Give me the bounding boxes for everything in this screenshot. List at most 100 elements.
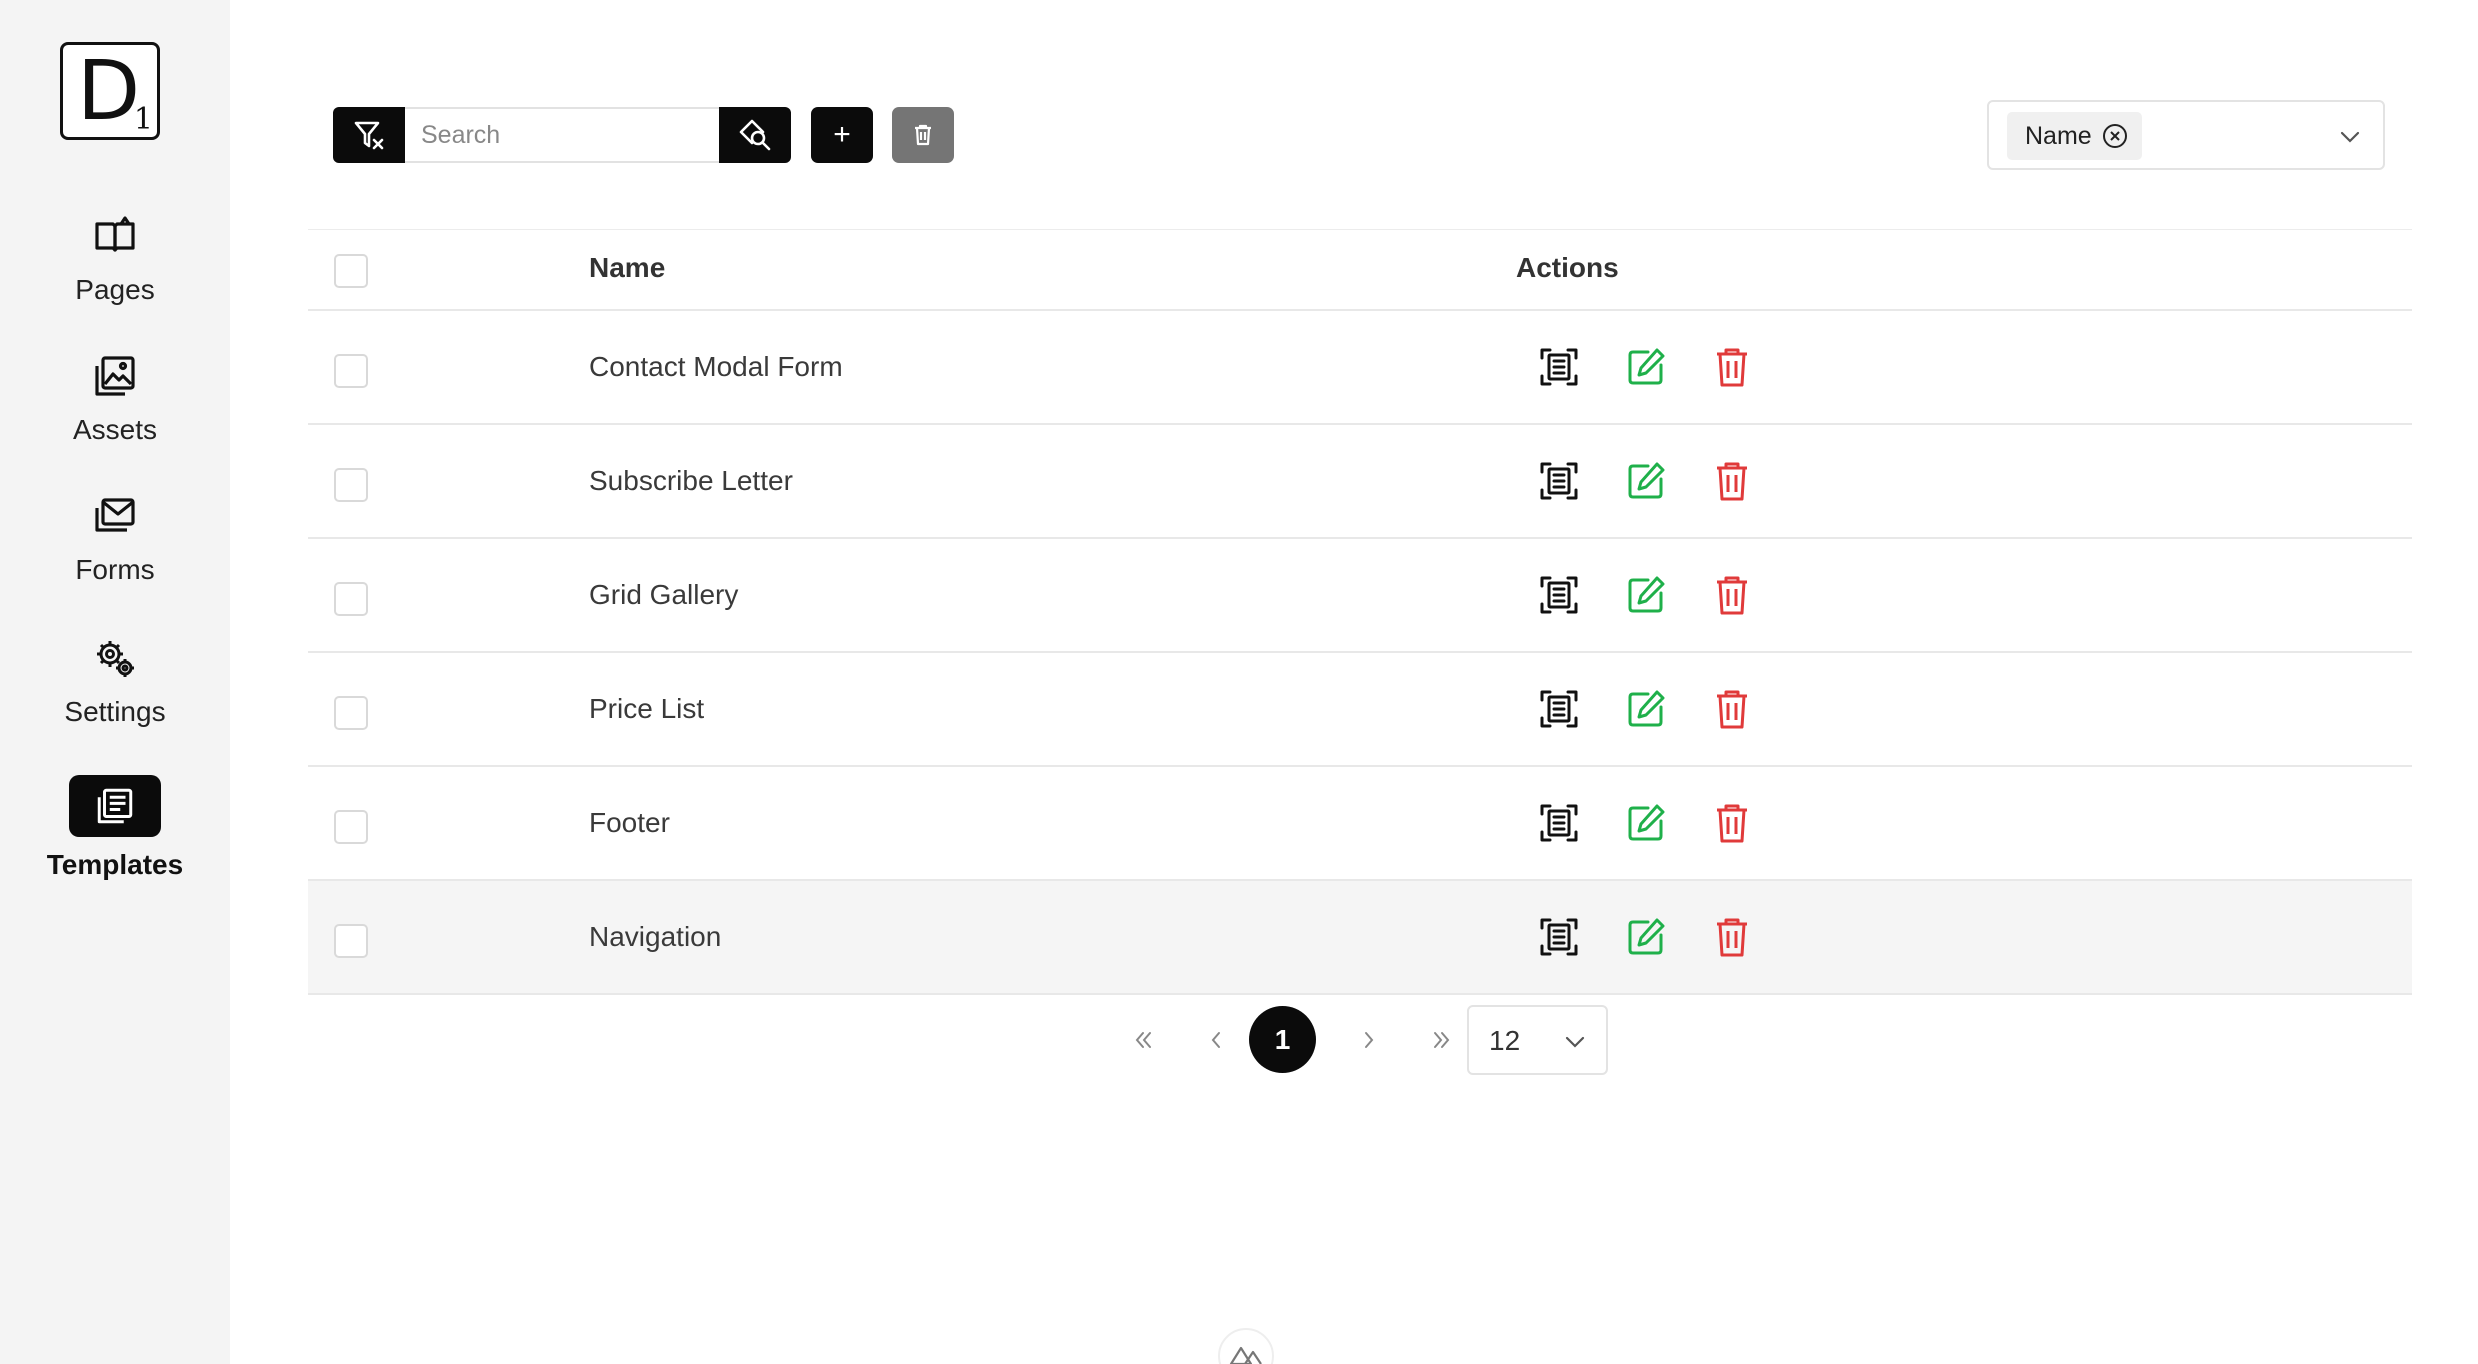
template-name: Subscribe Letter: [589, 465, 793, 496]
view-icon: [1537, 687, 1581, 731]
edit-icon: [1624, 573, 1668, 617]
gears-icon: [97, 641, 134, 677]
book-icon: [95, 216, 135, 252]
sidebar-item-assets[interactable]: Assets: [0, 352, 230, 462]
delete-template-button[interactable]: [1710, 573, 1754, 617]
trash-icon: [915, 124, 931, 146]
delete-template-button[interactable]: [1710, 459, 1754, 503]
remove-chip-icon[interactable]: [2102, 123, 2128, 149]
logo-subscript: 1: [133, 102, 153, 137]
edit-icon: [1624, 345, 1668, 389]
view-template-button[interactable]: [1537, 345, 1581, 389]
chevron-down-icon: [2340, 131, 2360, 143]
table-header: Name Actions: [308, 229, 2412, 311]
filter-clear-icon: [354, 121, 384, 150]
edit-template-button[interactable]: [1624, 573, 1668, 617]
table-row[interactable]: Navigation: [308, 881, 2412, 995]
trash-icon: [1710, 915, 1754, 959]
table-row[interactable]: Grid Gallery: [308, 539, 2412, 653]
trash-icon: [1710, 459, 1754, 503]
current-page-button[interactable]: 1: [1249, 1006, 1316, 1073]
edit-template-button[interactable]: [1624, 459, 1668, 503]
view-icon: [1537, 801, 1581, 845]
edit-template-button[interactable]: [1624, 801, 1668, 845]
column-select[interactable]: Name: [1987, 100, 2385, 170]
edit-template-button[interactable]: [1624, 345, 1668, 389]
sidebar-item-settings[interactable]: Settings: [0, 634, 230, 744]
devtools-logo-icon[interactable]: [1218, 1328, 1274, 1364]
add-template-button[interactable]: +: [811, 107, 873, 163]
row-checkbox[interactable]: [334, 810, 368, 844]
row-checkbox[interactable]: [334, 582, 368, 616]
templates-table: Name Actions Contact Modal Form Subscribe…: [308, 229, 2412, 995]
next-page-button[interactable]: [1349, 1020, 1389, 1060]
edit-icon: [1624, 687, 1668, 731]
app: D 1 Pages Assets Forms Settings Template…: [0, 0, 2478, 1364]
double-chevron-left-icon: [1135, 1032, 1151, 1048]
template-name: Footer: [589, 807, 670, 838]
column-chip-name[interactable]: Name: [2007, 112, 2142, 160]
active-indicator: [69, 775, 161, 837]
chevron-down-icon: [1565, 1036, 1585, 1048]
table-row[interactable]: Price List: [308, 653, 2412, 767]
template-icon: [97, 788, 133, 824]
table-row[interactable]: Footer: [308, 767, 2412, 881]
sidebar-item-templates[interactable]: Templates: [0, 775, 230, 885]
view-icon: [1537, 459, 1581, 503]
sidebar-item-pages[interactable]: Pages: [0, 212, 230, 322]
search-field[interactable]: [405, 107, 719, 163]
edit-template-button[interactable]: [1624, 687, 1668, 731]
edit-icon: [1624, 915, 1668, 959]
sidebar: D 1 Pages Assets Forms Settings Template…: [0, 0, 230, 1364]
template-name: Grid Gallery: [589, 579, 739, 610]
chevron-right-icon: [1365, 1032, 1374, 1048]
edit-icon: [1624, 459, 1668, 503]
view-template-button[interactable]: [1537, 573, 1581, 617]
search-icon: [739, 119, 771, 151]
view-icon: [1537, 345, 1581, 389]
sidebar-item-label: Pages: [75, 274, 155, 305]
page-size-select[interactable]: 12: [1467, 1005, 1608, 1075]
view-template-button[interactable]: [1537, 687, 1581, 731]
select-all-checkbox[interactable]: [334, 254, 368, 288]
row-checkbox[interactable]: [334, 468, 368, 502]
row-checkbox[interactable]: [334, 354, 368, 388]
prev-page-button[interactable]: [1196, 1020, 1236, 1060]
sidebar-item-label: Settings: [64, 696, 166, 727]
trash-icon: [1710, 573, 1754, 617]
row-checkbox[interactable]: [334, 924, 368, 958]
table-row[interactable]: Subscribe Letter: [308, 425, 2412, 539]
first-page-button[interactable]: [1123, 1020, 1163, 1060]
delete-template-button[interactable]: [1710, 801, 1754, 845]
row-checkbox[interactable]: [334, 696, 368, 730]
delete-selected-button[interactable]: [892, 107, 954, 163]
view-template-button[interactable]: [1537, 459, 1581, 503]
table-row[interactable]: Contact Modal Form: [308, 311, 2412, 425]
app-logo[interactable]: D 1: [60, 42, 160, 140]
trash-icon: [1710, 801, 1754, 845]
mail-icon: [95, 498, 135, 532]
delete-template-button[interactable]: [1710, 345, 1754, 389]
template-name: Navigation: [589, 921, 722, 952]
delete-template-button[interactable]: [1710, 687, 1754, 731]
chevron-left-icon: [1211, 1032, 1220, 1048]
clear-filter-button[interactable]: [333, 107, 405, 163]
trash-icon: [1710, 345, 1754, 389]
search-button[interactable]: [719, 107, 791, 163]
edit-template-button[interactable]: [1624, 915, 1668, 959]
trash-icon: [1710, 687, 1754, 731]
column-header-name[interactable]: Name: [589, 252, 665, 284]
edit-icon: [1624, 801, 1668, 845]
view-template-button[interactable]: [1537, 801, 1581, 845]
double-chevron-right-icon: [1434, 1032, 1450, 1048]
last-page-button[interactable]: [1422, 1020, 1462, 1060]
chip-label: Name: [2025, 121, 2092, 150]
delete-template-button[interactable]: [1710, 915, 1754, 959]
logo-letter: D: [77, 44, 141, 139]
template-name: Price List: [589, 693, 705, 724]
sidebar-item-label: Assets: [72, 414, 158, 445]
search-input[interactable]: [405, 109, 719, 161]
sidebar-item-forms[interactable]: Forms: [0, 492, 230, 602]
view-template-button[interactable]: [1537, 915, 1581, 959]
images-icon: [95, 356, 135, 396]
